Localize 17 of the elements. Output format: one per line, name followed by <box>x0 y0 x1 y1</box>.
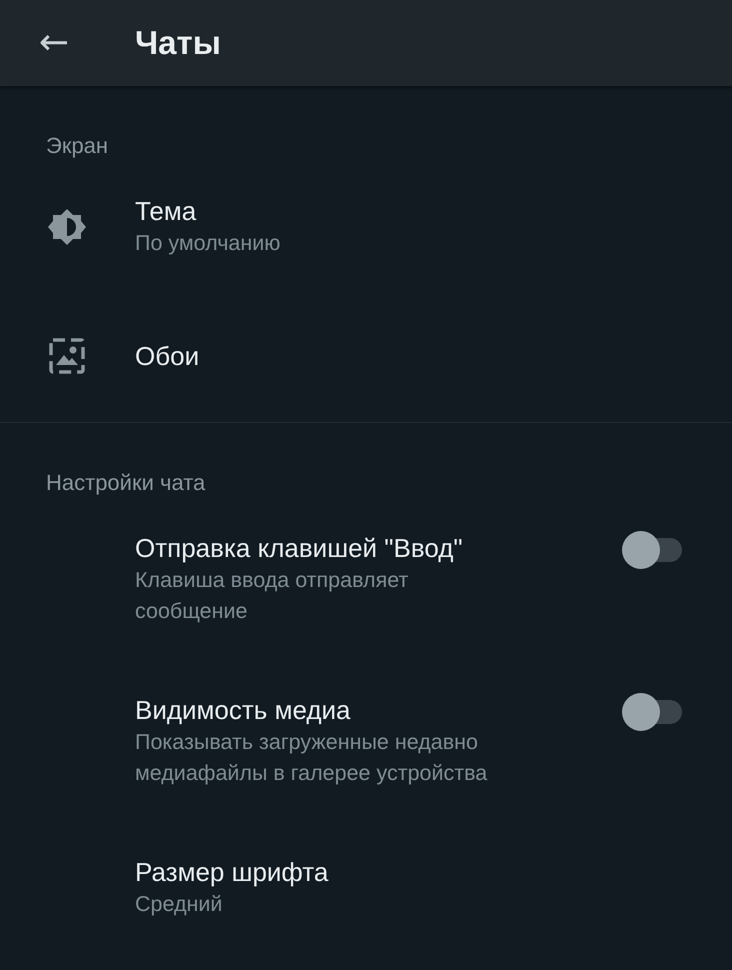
setting-title[interactable]: Размер шрифта <box>135 855 328 889</box>
setting-title[interactable]: Тема <box>135 194 196 228</box>
toggle-switch[interactable] <box>622 531 682 569</box>
setting-description: По умолчанию <box>135 230 282 257</box>
back-button[interactable]: ← <box>36 23 72 63</box>
setting-title[interactable]: Обои <box>135 339 200 373</box>
section-header: Настройки чата <box>45 469 206 497</box>
setting-description: Клавиша ввода отправляет сообщение <box>135 567 410 625</box>
screen-title: Чаты <box>135 24 221 62</box>
setting-description: Средний <box>135 891 224 918</box>
toggle-switch[interactable] <box>622 693 682 731</box>
brightness-icon <box>47 206 87 246</box>
setting-title[interactable]: Видимость медиа <box>135 693 350 727</box>
wallpaper-icon <box>47 336 87 376</box>
setting-title[interactable]: Отправка клавишей "Ввод" <box>135 531 463 565</box>
setting-description: Показывать загруженные недавно медиафайлы в галерее устройства <box>135 729 488 787</box>
section-header: Экран <box>45 132 110 160</box>
